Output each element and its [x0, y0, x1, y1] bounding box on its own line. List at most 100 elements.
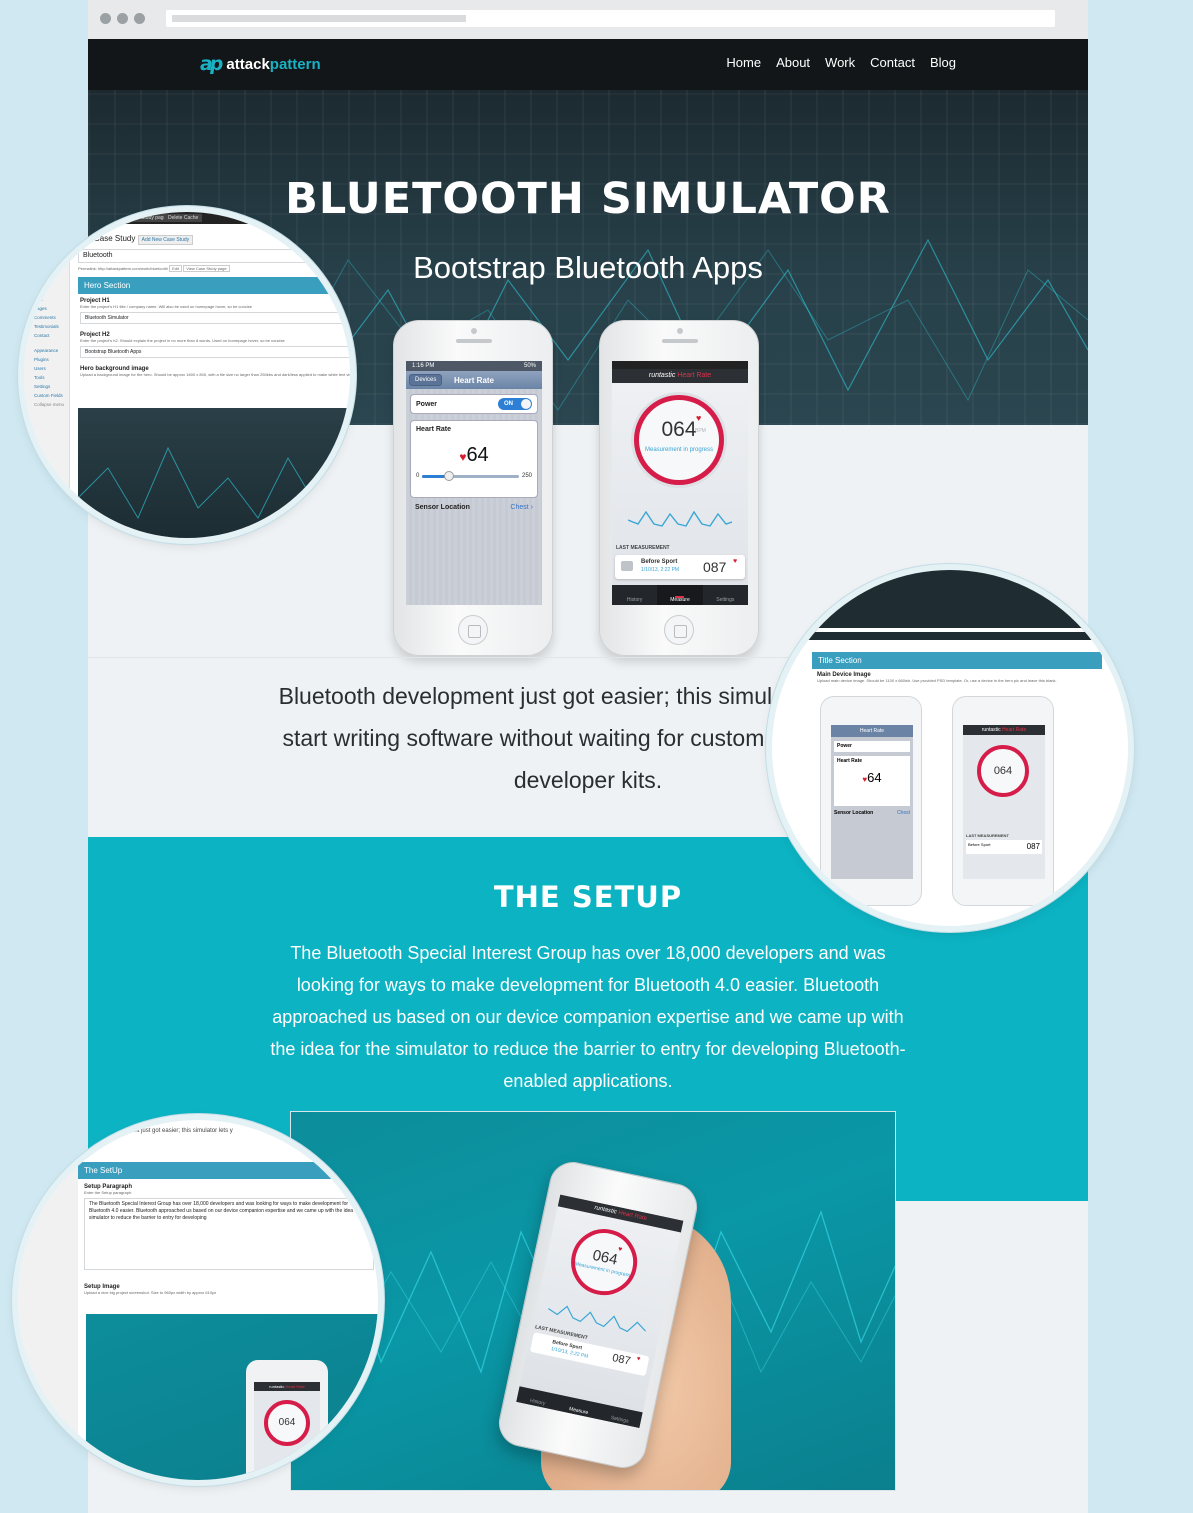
- sidebar-item-settings[interactable]: Settings: [24, 382, 69, 391]
- preview-gauge: 064: [264, 1400, 310, 1446]
- mini-sensor-location: Sensor Location Chest: [834, 810, 910, 816]
- last-date: 1/10/13, 2:22 PM: [641, 567, 680, 573]
- mini-hr-card: Heart Rate ♥64: [834, 756, 910, 806]
- sensor-location-value: Chest ›: [510, 503, 533, 511]
- site-logo[interactable]: ap attackpattern: [198, 53, 321, 75]
- heart-rate-label: Heart Rate: [416, 426, 452, 433]
- delete-cache-button[interactable]: Delete Cache: [164, 214, 203, 222]
- window-maximize-dot[interactable]: [134, 13, 145, 24]
- last-measurement-label: LAST MEASUREMENT: [616, 545, 670, 551]
- heart-icon: ♥: [733, 558, 738, 565]
- cms-title-panel: Title Section Main Device Image Upload m…: [812, 652, 1128, 912]
- setup-paragraph-help: Enter the Setup paragraph.: [84, 1190, 133, 1195]
- measurement-status: Measurement in progress: [644, 447, 714, 453]
- title-section-fields: Main Device Image Upload main device ima…: [812, 669, 1128, 686]
- cms-sidebar-edge: [18, 1144, 78, 1480]
- phone-runtastic-app: runtastic Heart Rate ♥ 064 BPM Measureme…: [599, 320, 759, 656]
- tab-settings[interactable]: Settings: [703, 585, 748, 605]
- view-page-button[interactable]: View Case Study page: [183, 265, 230, 272]
- tab-history[interactable]: History: [612, 585, 657, 605]
- sidebar-item-tools[interactable]: Tools: [24, 373, 69, 382]
- setup-section-header: The SetUp: [78, 1162, 378, 1179]
- sidebar-item-pages[interactable]: Pages: [24, 304, 69, 313]
- sidebar-item-comments[interactable]: Comments: [24, 313, 69, 322]
- sidebar-item-contact[interactable]: Contact: [24, 331, 69, 340]
- address-bar[interactable]: [166, 10, 1055, 27]
- tab-bar: History Measure Settings: [516, 1386, 643, 1429]
- slider-max: 250: [521, 473, 532, 479]
- project-h1-help: Enter the project's H1 title / company n…: [80, 304, 252, 309]
- devices-back-button[interactable]: Devices: [409, 374, 443, 386]
- heart-rate-value: ♥64: [459, 444, 489, 466]
- slider-thumb[interactable]: [443, 470, 454, 481]
- sidebar-item-plugins[interactable]: Plugins: [24, 355, 69, 364]
- mini-gauge: 064: [977, 745, 1029, 797]
- sidebar-item-testimonials[interactable]: Testimonials: [24, 322, 69, 331]
- heart-rate-slider-row: 0 250: [416, 470, 532, 481]
- add-new-button[interactable]: Add New Case Study: [137, 235, 194, 245]
- status-time: 1:16 PM: [412, 363, 435, 369]
- cms-hero-panel: Case Study page Delete Cache Study edia …: [24, 212, 350, 538]
- phone-speaker: [662, 339, 698, 343]
- nav-blog[interactable]: Blog: [930, 55, 956, 70]
- main-device-image-help: Upload main device image. Should be 1100…: [817, 678, 1057, 683]
- tab-measure[interactable]: Measure: [657, 585, 703, 605]
- setup-section-fields: Setup Paragraph Enter the Setup paragrap…: [78, 1179, 378, 1300]
- sidebar-item-appearance[interactable]: Appearance: [24, 346, 69, 355]
- mini-last-label: LAST MEASUREMENT: [966, 833, 1009, 838]
- collapse-menu[interactable]: Collapse menu: [24, 400, 69, 409]
- mini-hr-label: Heart Rate: [837, 758, 863, 764]
- edit-heading: Edit Case Study Add New Case Study: [78, 234, 350, 245]
- app-brand: runtastic: [648, 372, 676, 379]
- browser-toolbar: [88, 0, 1088, 39]
- cms-admin-bar: Case Study page Delete Cache: [24, 212, 350, 224]
- tab-settings: Settings: [610, 1414, 630, 1425]
- tab-bar: History Measure Settings: [612, 585, 748, 605]
- last-measurement-card[interactable]: Before Sport 1/10/13, 2:22 PM 087 ♥: [615, 555, 745, 579]
- ios-content: Power ON Heart Rate ♥64 0 250 Sensor Loca…: [406, 389, 542, 605]
- gauge-value: 064: [661, 418, 697, 441]
- title-field[interactable]: Bluetooth: [78, 249, 350, 263]
- window-minimize-dot[interactable]: [117, 13, 128, 24]
- app-header: runtastic Heart Rate: [612, 369, 748, 383]
- sidebar-item-users[interactable]: Users: [24, 364, 69, 373]
- phone-camera: [677, 328, 683, 334]
- app-header: runtastic Heart Rate: [557, 1194, 684, 1233]
- project-h2-help: Enter the project's h2. Should explain t…: [80, 338, 285, 343]
- setup-image-help: Upload a nice big project screenshot. Si…: [84, 1290, 217, 1295]
- setup-paragraph-textarea[interactable]: The Bluetooth Special Interest Group has…: [84, 1198, 374, 1270]
- nav-work[interactable]: Work: [825, 55, 855, 70]
- top-nav: ap attackpattern Home About Work Contact…: [88, 39, 1088, 90]
- heart-rate-slider[interactable]: [422, 470, 519, 481]
- mini-phone-runtastic: runtastic Heart Rate 064 LAST MEASUREMEN…: [952, 696, 1054, 906]
- mini-app-header: runtastic Heart Rate: [963, 725, 1045, 735]
- nav-home[interactable]: Home: [726, 55, 761, 70]
- heartbeat-wave: [628, 510, 732, 527]
- power-toggle[interactable]: ON: [498, 398, 532, 410]
- sidebar-item-study[interactable]: Study: [24, 272, 69, 281]
- hero-bg-help: Upload a background image for the hero. …: [80, 372, 350, 377]
- phone-screen: 1:16 PM 50% Devices Heart Rate Power ON He…: [406, 361, 542, 605]
- activity-icon: [621, 561, 633, 571]
- sidebar-item-custom-fields[interactable]: Custom Fields: [24, 391, 69, 400]
- nav-about[interactable]: About: [776, 55, 810, 70]
- sidebar-item-media[interactable]: edia: [24, 295, 69, 304]
- measure-screen: ♥ 064 BPM Measurement in progress LAST M…: [612, 383, 748, 605]
- logo-text: attackpattern: [226, 55, 321, 73]
- heart-rate-gauge: ♥ 064 BPM Measurement in progress: [634, 395, 724, 485]
- sensor-location-row[interactable]: Sensor Location Chest ›: [410, 498, 538, 516]
- power-label: Power: [416, 400, 438, 408]
- setup-image-preview: runtastic Heart Rate 064: [86, 1314, 378, 1480]
- heart-icon: ♥: [636, 1356, 641, 1363]
- home-button[interactable]: [664, 615, 694, 645]
- project-h1-input[interactable]: Bluetooth Simulator: [80, 312, 350, 324]
- home-button[interactable]: [458, 615, 488, 645]
- intro-text-preview: Bluetooth development just got easier; t…: [78, 1128, 233, 1134]
- tab-measure: Measure: [568, 1406, 589, 1417]
- gauge-unit: BPM: [695, 428, 706, 434]
- window-close-dot[interactable]: [100, 13, 111, 24]
- hero-section-header: Hero Section: [78, 277, 350, 294]
- permalink-edit-button[interactable]: Edit: [169, 265, 183, 272]
- project-h2-input[interactable]: Bootstrap Bluetooth Apps: [80, 346, 350, 358]
- nav-contact[interactable]: Contact: [870, 55, 915, 70]
